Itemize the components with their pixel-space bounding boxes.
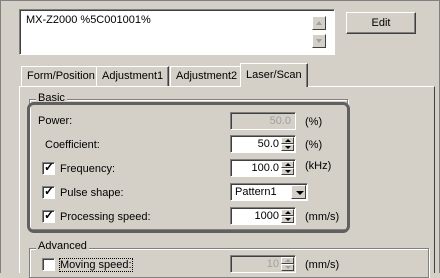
processing-speed-unit: (mm/s) (305, 211, 340, 223)
power-label: Power: (38, 115, 73, 127)
tab-laser-scan[interactable]: Laser/Scan (240, 63, 308, 87)
processing-speed-label: Processing speed: (60, 211, 151, 223)
advanced-group-title: Advanced (36, 240, 89, 252)
pulse-shape-checkbox[interactable]: ✓ (42, 184, 55, 199)
tab-adjustment2[interactable]: Adjustment2 (170, 66, 244, 86)
program-listbox[interactable]: MX-Z2000 %5C001001% (19, 9, 335, 55)
coefficient-value[interactable]: 50.0 (258, 138, 279, 150)
chevron-down-icon[interactable] (291, 185, 306, 199)
moving-speed-spin-icon (281, 257, 294, 271)
scroll-down-icon[interactable] (312, 34, 326, 48)
tab-form-position[interactable]: Form/Position (21, 66, 101, 86)
pulse-shape-select[interactable]: Pattern1 (230, 183, 308, 201)
moving-speed-spinbox: 10 (230, 255, 296, 273)
power-unit: (%) (305, 116, 323, 128)
processing-speed-checkbox[interactable]: ✓ (42, 208, 55, 223)
check-icon: ✓ (44, 160, 55, 174)
pulse-shape-value[interactable]: Pattern1 (235, 186, 277, 198)
scroll-up-icon[interactable] (312, 16, 326, 30)
coefficient-spin-icon[interactable] (281, 137, 294, 151)
moving-speed-checkbox[interactable] (42, 258, 55, 271)
processing-speed-value[interactable]: 1000 (255, 210, 279, 222)
check-icon: ✓ (44, 208, 55, 222)
processing-speed-spin-icon[interactable] (281, 209, 294, 223)
coefficient-spinbox[interactable]: 50.0 (230, 135, 296, 153)
pulse-shape-label: Pulse shape: (60, 187, 124, 199)
coefficient-unit: (%) (305, 139, 323, 151)
coefficient-label: Coefficient: (45, 139, 100, 151)
frequency-spin-icon[interactable] (281, 161, 294, 175)
frequency-checkbox[interactable]: ✓ (42, 160, 55, 175)
processing-speed-spinbox[interactable]: 1000 (230, 207, 296, 225)
tab-adjustment1[interactable]: Adjustment1 (96, 66, 170, 86)
frequency-spinbox[interactable]: 100.0 (230, 159, 296, 177)
power-field: 50.0 (230, 112, 296, 130)
moving-speed-value: 10 (266, 258, 279, 270)
program-entry[interactable]: MX-Z2000 %5C001001% (26, 14, 151, 26)
moving-speed-label: Moving speed: (59, 258, 133, 272)
frequency-value[interactable]: 100.0 (251, 162, 279, 174)
edit-button[interactable]: Edit (346, 12, 416, 34)
check-icon: ✓ (44, 184, 55, 198)
frequency-label: Frequency: (60, 163, 116, 175)
frequency-unit: (kHz) (305, 160, 332, 172)
moving-speed-unit: (mm/s) (305, 259, 340, 271)
power-value: 50.0 (269, 115, 291, 127)
